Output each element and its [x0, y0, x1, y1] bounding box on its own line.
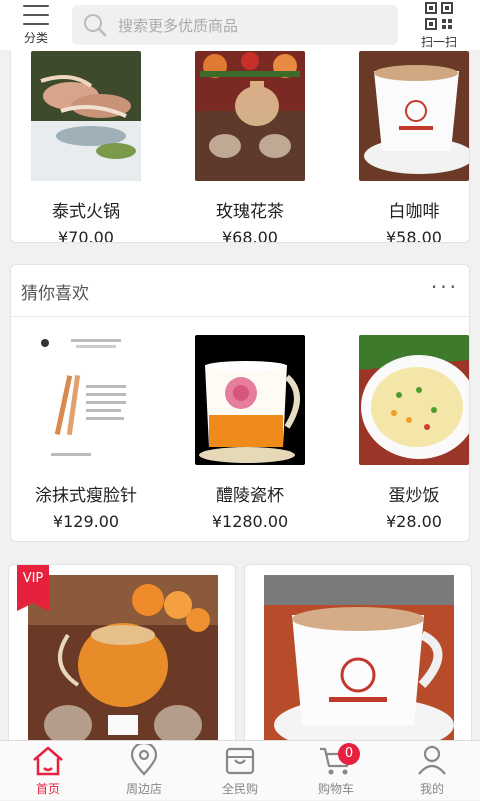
nav-cart[interactable]: 0 购物车 — [288, 741, 384, 801]
nav-nearby[interactable]: 周边店 — [96, 741, 192, 801]
product-image-hotpot — [31, 51, 141, 181]
product-price: ¥70.00 — [58, 228, 114, 243]
product-item[interactable]: 蛋炒饭 ¥28.00 — [359, 335, 469, 531]
scan-label: 扫一扫 — [420, 34, 457, 49]
more-icon[interactable]: ··· — [431, 275, 459, 299]
nav-label: 我的 — [419, 782, 444, 796]
nav-label: 首页 — [35, 782, 60, 796]
search-icon — [84, 14, 107, 37]
category-button[interactable]: 分类 — [0, 0, 72, 50]
nav-home[interactable]: 首页 — [0, 741, 96, 801]
user-icon — [418, 745, 446, 775]
product-item[interactable]: 白咖啡 ¥58.00 — [359, 51, 469, 243]
nav-label: 周边店 — [125, 782, 162, 796]
product-price: ¥28.00 — [386, 512, 442, 531]
product-image-porcelain-cup — [195, 335, 305, 465]
nav-label: 全民购 — [221, 782, 258, 796]
featured-card-tea[interactable]: VIP — [8, 564, 236, 740]
product-price: ¥68.00 — [222, 228, 278, 243]
location-pin-icon — [130, 744, 158, 776]
category-label: 分类 — [23, 30, 48, 45]
bottom-nav: 首页 周边店 全民购 0 购物车 我的 — [0, 740, 480, 800]
vip-badge: VIP — [17, 565, 49, 611]
nav-label: 购物车 — [317, 782, 354, 796]
section-title: 猜你喜欢 — [21, 284, 89, 304]
product-price: ¥1280.00 — [211, 512, 289, 531]
scan-button[interactable]: 扫一扫 — [398, 0, 480, 50]
product-item[interactable]: 玫瑰花茶 ¥68.00 — [195, 51, 305, 243]
product-item[interactable]: 涂抹式瘦脸针 ¥129.00 — [31, 335, 141, 531]
top-products-card: 泰式火锅 ¥70.00 玫瑰花茶 ¥68.00 白咖啡 ¥58.00 — [10, 50, 470, 243]
featured-card-coffee[interactable] — [244, 564, 472, 740]
product-name: 泰式火锅 — [52, 202, 120, 222]
product-image-rose-tea — [195, 51, 305, 181]
search-input[interactable]: 搜索更多优质商品 — [72, 5, 398, 45]
product-image-fried-rice — [359, 335, 469, 465]
product-item[interactable]: 醴陵瓷杯 ¥1280.00 — [195, 335, 305, 531]
product-name: 蛋炒饭 — [388, 486, 440, 506]
shopping-bag-icon — [225, 747, 255, 775]
product-name: 醴陵瓷杯 — [216, 486, 284, 506]
menu-icon — [23, 4, 49, 25]
featured-image-tea — [28, 575, 218, 740]
product-name: 玫瑰花茶 — [216, 202, 284, 222]
product-image-white-coffee — [359, 51, 469, 181]
cart-count-badge: 0 — [338, 743, 360, 765]
section-header: 猜你喜欢 ··· — [11, 265, 469, 317]
product-name: 白咖啡 — [388, 202, 440, 222]
nav-group-buy[interactable]: 全民购 — [192, 741, 288, 801]
search-placeholder: 搜索更多优质商品 — [118, 16, 239, 35]
qr-scan-icon — [425, 1, 453, 30]
product-price: ¥129.00 — [52, 512, 120, 531]
product-image-serum — [31, 335, 141, 465]
featured-image-coffee — [264, 575, 454, 740]
product-price: ¥58.00 — [386, 228, 442, 243]
product-item[interactable]: 泰式火锅 ¥70.00 — [31, 51, 141, 243]
top-bar: 分类 搜索更多优质商品 扫一扫 — [0, 0, 480, 50]
main-content[interactable]: 泰式火锅 ¥70.00 玫瑰花茶 ¥68.00 白咖啡 ¥58.00 猜你喜欢 … — [0, 50, 480, 740]
home-icon — [33, 746, 63, 776]
nav-profile[interactable]: 我的 — [384, 741, 480, 801]
product-name: 涂抹式瘦脸针 — [35, 486, 137, 506]
guess-you-like-card: 猜你喜欢 ··· 涂抹式瘦脸针 ¥129.00 醴陵瓷杯 ¥1280.00 蛋炒… — [10, 264, 470, 542]
